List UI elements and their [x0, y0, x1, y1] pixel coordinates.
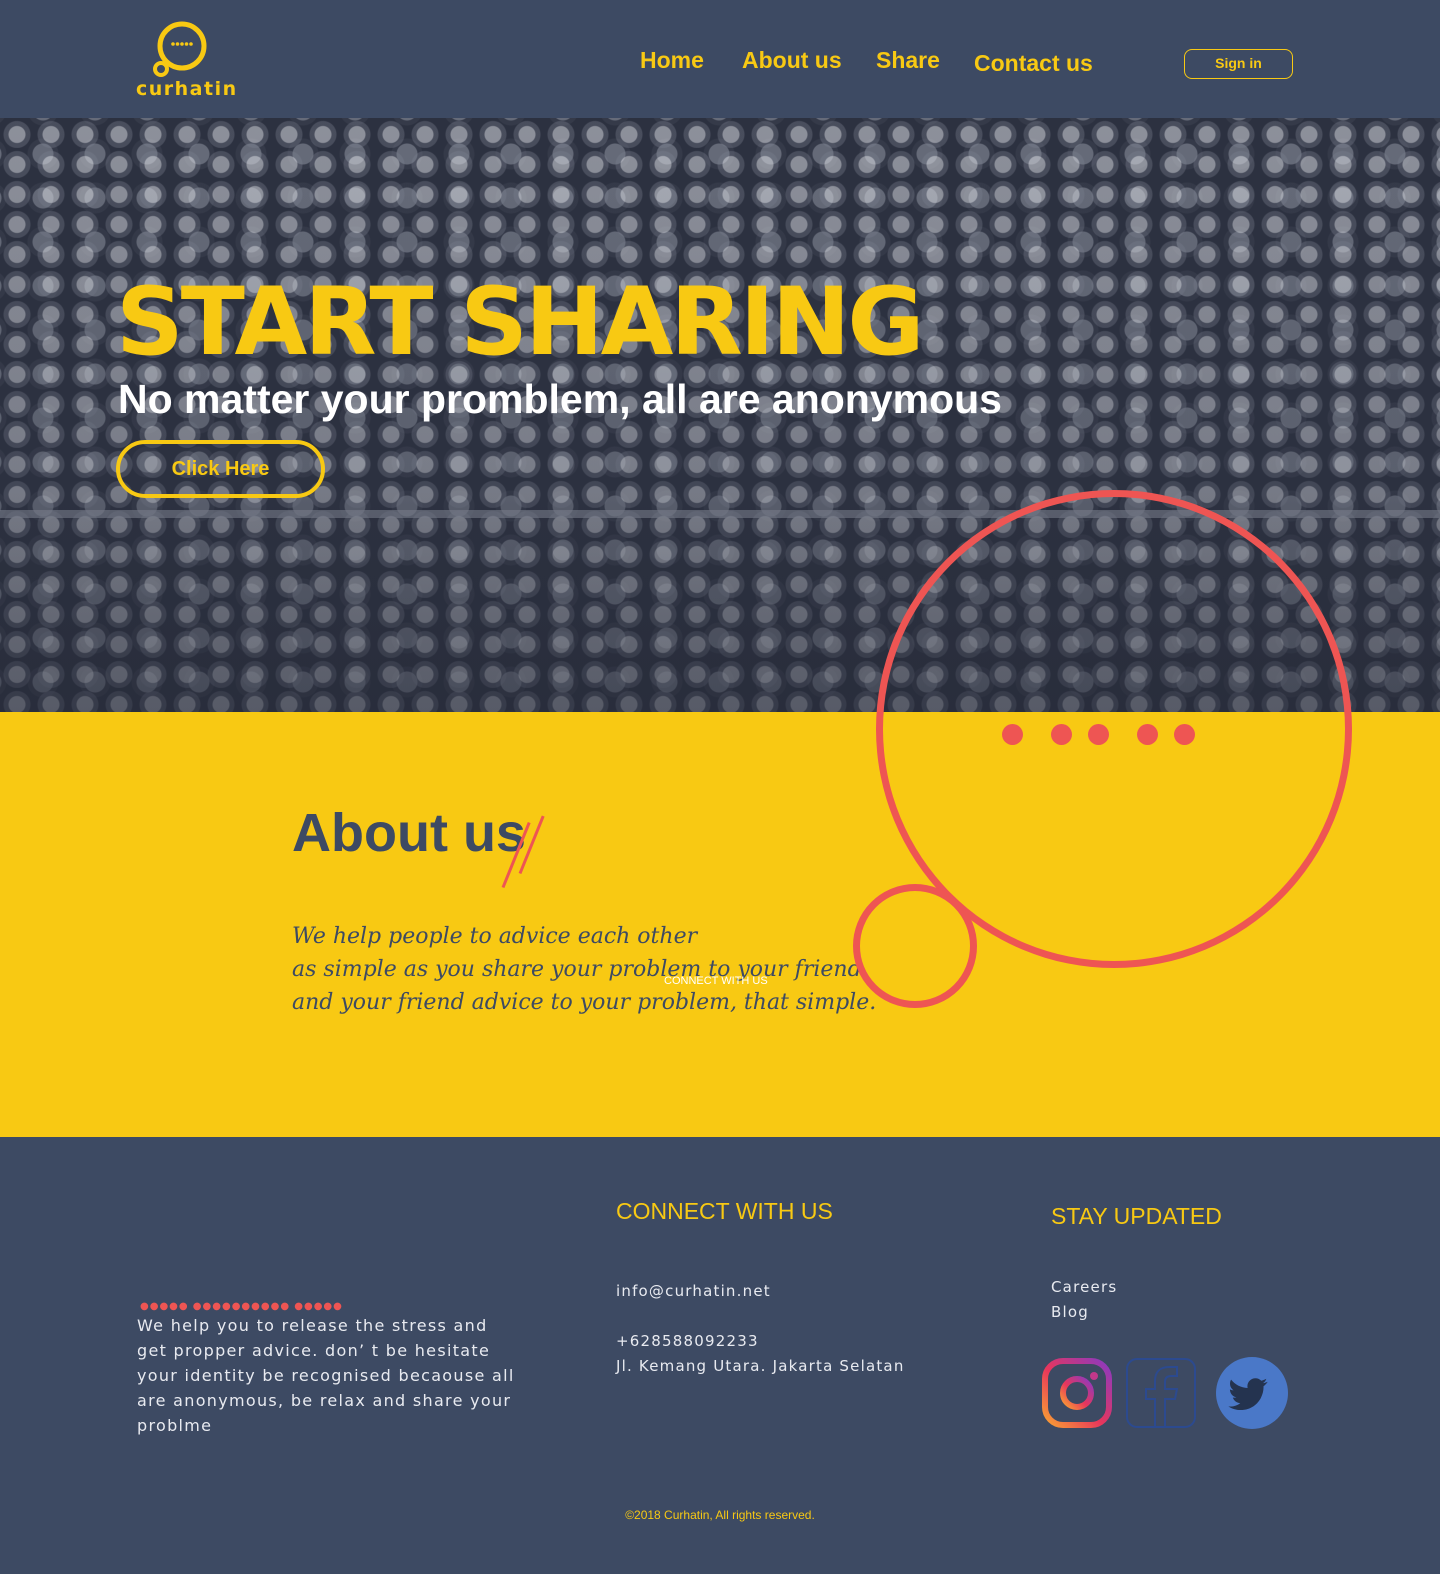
nav-about-us[interactable]: About us [742, 47, 842, 74]
contact-email-link[interactable]: info@curhatin.net [616, 1282, 771, 1300]
nav-home[interactable]: Home [640, 47, 704, 74]
stay-updated-heading: STAY UPDATED [1051, 1203, 1222, 1229]
footer-dot-divider: ●●●●● ●●●●●●●●●● ●●●●● [140, 1301, 343, 1312]
footer-about-text: We help you to release the stress and ge… [137, 1316, 515, 1435]
facebook-icon[interactable] [1125, 1357, 1197, 1429]
bubble-dot [1051, 724, 1072, 745]
about-title: About us [292, 803, 526, 863]
blog-link[interactable]: Blog [1051, 1303, 1089, 1321]
nav-contact-us[interactable]: Contact us [974, 50, 1093, 77]
hero-subtitle: No matter your promblem, all are anonymo… [118, 376, 1002, 422]
bubble-dot [1088, 724, 1109, 745]
brand-logo[interactable]: curhatin [136, 20, 236, 102]
about-line: We help people to advice each other [292, 924, 698, 949]
about-line: and your friend advice to your problem, … [292, 990, 877, 1015]
site-header: curhatin Home About us Share Contact us … [0, 0, 1440, 118]
bubble-dot [1002, 724, 1023, 745]
overlay-label: CONNECT WITH US [664, 975, 768, 987]
small-chat-bubble-graphic [853, 884, 977, 1008]
brand-name: curhatin [136, 78, 238, 100]
twitter-icon[interactable] [1216, 1357, 1288, 1429]
careers-link[interactable]: Careers [1051, 1278, 1117, 1296]
hero-title: START SHARING [116, 268, 925, 377]
instagram-icon[interactable] [1041, 1357, 1113, 1429]
bubble-dot [1137, 724, 1158, 745]
bubble-dot [1174, 724, 1195, 745]
click-here-button[interactable]: Click Here [116, 440, 325, 498]
chat-bubble-logo-icon [153, 21, 207, 77]
about-line: as simple as you share your problem to y… [292, 957, 862, 982]
contact-address: Jl. Kemang Utara. Jakarta Selatan [616, 1357, 905, 1375]
nav-share[interactable]: Share [876, 47, 940, 74]
sign-in-button[interactable]: Sign in [1184, 49, 1293, 79]
about-description: We help people to advice each other as s… [292, 920, 876, 1019]
contact-phone[interactable]: +628588092233 [616, 1332, 759, 1350]
connect-heading: CONNECT WITH US [616, 1198, 833, 1224]
copyright-text: ©2018 Curhatin, All rights reserved. [625, 1508, 815, 1522]
